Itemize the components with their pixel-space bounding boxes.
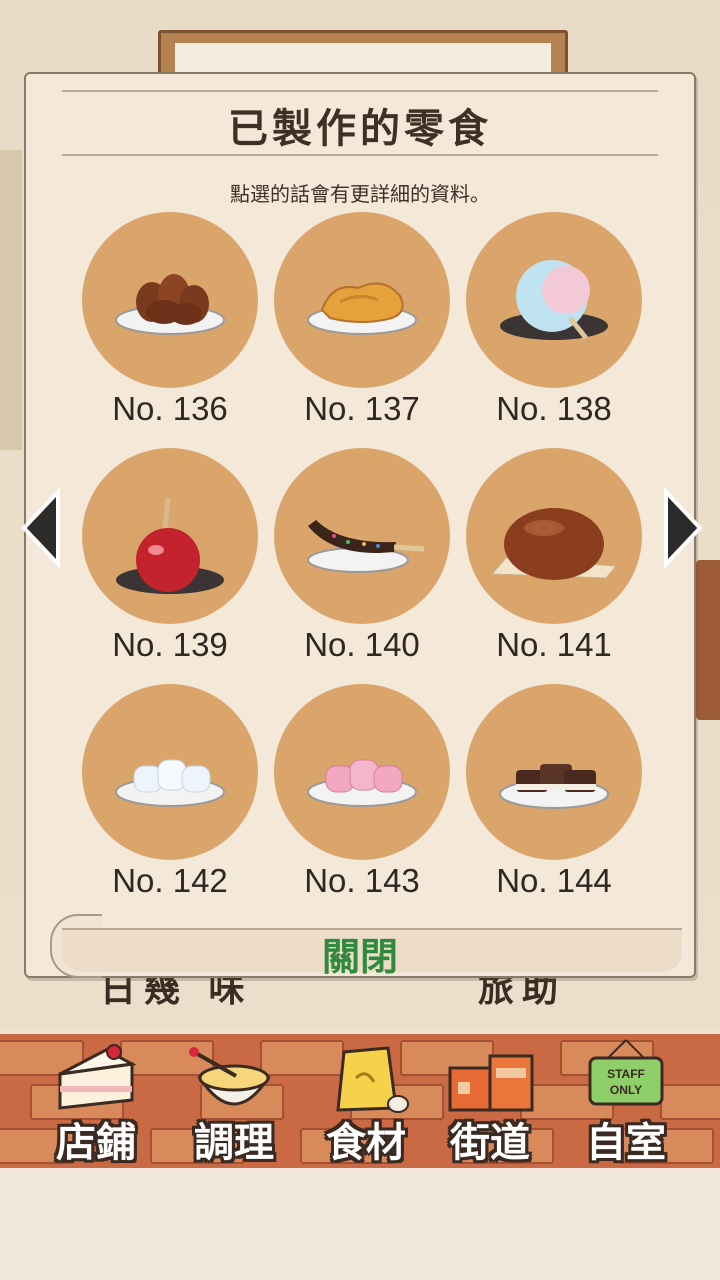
nav-street-label: 街道: [450, 1119, 530, 1166]
background-cabinet: [696, 560, 720, 720]
snack-item-136[interactable]: No. 136: [80, 212, 260, 442]
snack-number: No. 142: [112, 862, 228, 899]
snack-number: No. 136: [112, 390, 228, 427]
nav-cooking-label: 調理: [194, 1119, 274, 1166]
snack-item-137[interactable]: No. 137: [272, 212, 452, 442]
karinto-icon: [115, 274, 225, 335]
staff-only-sign-icon: STAFF ONLY: [588, 1039, 664, 1106]
cake-slice-icon: [58, 1044, 137, 1110]
flour-bag-icon: [336, 1046, 409, 1113]
shop-building-icon: [448, 1054, 534, 1112]
nav-ingredients[interactable]: 食材: [296, 1034, 436, 1168]
close-button[interactable]: 關閉: [26, 926, 694, 981]
snack-number: No. 137: [304, 390, 420, 427]
white-marshmallow-icon: [115, 759, 225, 807]
chocolate-cake-icon: [499, 764, 609, 809]
snack-item-141[interactable]: No. 141: [464, 448, 644, 678]
cotton-candy-icon: [500, 260, 608, 340]
snack-number: No. 138: [496, 390, 612, 427]
nav-ingredients-label: 食材: [326, 1119, 406, 1166]
divider: [62, 154, 658, 156]
snack-item-138[interactable]: No. 138: [464, 212, 644, 442]
nav-shop[interactable]: 店鋪: [26, 1034, 166, 1168]
snack-item-140[interactable]: No. 140: [272, 448, 452, 678]
snack-number: No. 141: [496, 626, 612, 663]
nav-shop-label: 店鋪: [56, 1119, 136, 1166]
chocolate-banana-icon: [307, 520, 425, 573]
snack-item-139[interactable]: No. 139: [80, 448, 260, 678]
previous-page-arrow-icon[interactable]: [20, 488, 64, 568]
snack-grid: No. 136 No. 137 No. 138 No. 139 No. 140 …: [80, 212, 646, 912]
nav-private-room-label: 自室: [586, 1119, 666, 1166]
empty-bottom-area: [0, 1168, 720, 1280]
nav-cooking[interactable]: 調理: [164, 1034, 304, 1168]
background-shelf: [0, 150, 22, 450]
candy-apple-icon: [116, 497, 224, 594]
snack-number: No. 143: [304, 862, 420, 899]
fried-snack-icon: [307, 282, 417, 335]
snack-item-143[interactable]: No. 143: [272, 684, 452, 914]
dialog-title: 已製作的零食: [228, 105, 492, 152]
bottom-nav-bar: 店鋪 調理 食材 街道 STAFF ONLY 自室: [0, 1034, 720, 1168]
nav-street[interactable]: 街道: [420, 1034, 560, 1168]
svg-text:STAFF: STAFF: [607, 1067, 645, 1081]
snack-number: No. 139: [112, 626, 228, 663]
anpan-bun-icon: [490, 508, 618, 580]
svg-text:ONLY: ONLY: [610, 1083, 642, 1097]
snack-collection-dialog: 已製作的零食 點選的話會有更詳細的資料。 No. 136 No. 137 No.…: [24, 72, 696, 981]
mixing-bowl-icon: [189, 1047, 271, 1106]
nav-private-room[interactable]: STAFF ONLY 自室: [556, 1034, 696, 1168]
snack-number: No. 140: [304, 626, 420, 663]
snack-item-144[interactable]: No. 144: [464, 684, 644, 914]
dialog-subtitle: 點選的話會有更詳細的資料。: [230, 182, 490, 206]
next-page-arrow-icon[interactable]: [660, 488, 704, 568]
snack-item-142[interactable]: No. 142: [80, 684, 260, 914]
pink-marshmallow-icon: [307, 759, 417, 807]
snack-number: No. 144: [496, 862, 612, 899]
divider: [62, 90, 658, 92]
